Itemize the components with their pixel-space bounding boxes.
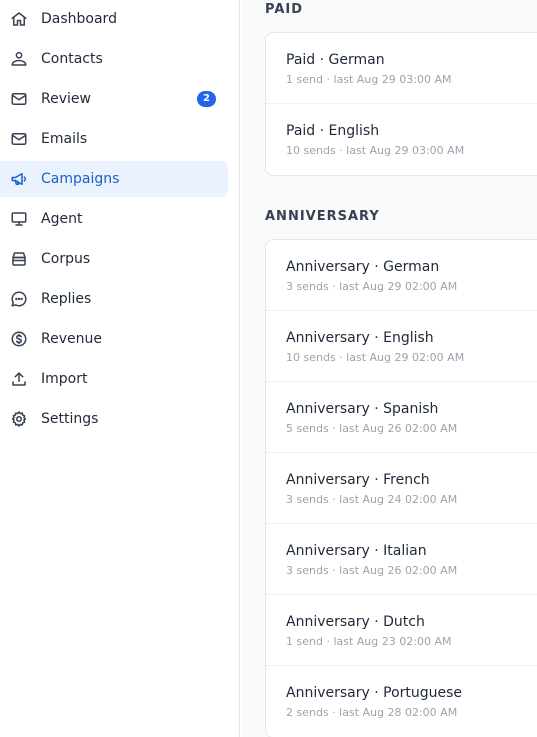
sidebar-item-label: Settings bbox=[41, 411, 99, 427]
sidebar-item-label: Dashboard bbox=[41, 11, 117, 27]
section-title-paid: PAID bbox=[265, 2, 304, 17]
campaigns-main: PAID Paid · German 1 send · last Aug 29 … bbox=[241, 0, 537, 737]
sidebar-item-label: Contacts bbox=[41, 51, 103, 67]
campaign-name: Anniversary · Dutch bbox=[286, 614, 425, 630]
campaign-row[interactable]: Anniversary · French 3 sends · last Aug … bbox=[266, 453, 537, 524]
sidebar: Dashboard Contacts Review 2 Emails Campa… bbox=[0, 0, 240, 737]
review-count-badge: 2 bbox=[197, 91, 216, 107]
section-title-anniversary: ANNIVERSARY bbox=[265, 209, 380, 224]
campaign-name: Paid · German bbox=[286, 52, 385, 68]
sidebar-item-campaigns[interactable]: Campaigns bbox=[0, 161, 228, 197]
sidebar-item-replies[interactable]: Replies bbox=[0, 281, 228, 317]
campaign-name: Paid · English bbox=[286, 123, 380, 139]
campaign-name: Anniversary · German bbox=[286, 259, 440, 275]
campaign-stats: 5 sends · last Aug 26 02:00 AM bbox=[286, 422, 458, 435]
campaign-name: Anniversary · Spanish bbox=[286, 401, 439, 417]
upload-icon bbox=[10, 370, 28, 388]
sidebar-item-review[interactable]: Review 2 bbox=[0, 81, 228, 117]
sidebar-item-label: Emails bbox=[41, 131, 88, 147]
app: Dashboard Contacts Review 2 Emails Campa… bbox=[0, 0, 537, 737]
campaign-name: Anniversary · French bbox=[286, 472, 430, 488]
campaign-stats: 2 sends · last Aug 28 02:00 AM bbox=[286, 706, 458, 719]
contacts-icon bbox=[10, 50, 28, 68]
chat-icon bbox=[10, 290, 28, 308]
campaign-row[interactable]: Anniversary · English 10 sends · last Au… bbox=[266, 311, 537, 382]
campaign-row[interactable]: Anniversary · Spanish 5 sends · last Aug… bbox=[266, 382, 537, 453]
sidebar-item-label: Corpus bbox=[41, 251, 91, 267]
sidebar-item-label: Campaigns bbox=[41, 171, 120, 187]
monitor-icon bbox=[10, 210, 28, 228]
campaign-stats: 10 sends · last Aug 29 03:00 AM bbox=[286, 144, 465, 157]
campaign-stats: 1 send · last Aug 29 03:00 AM bbox=[286, 73, 452, 86]
campaign-stats: 3 sends · last Aug 29 02:00 AM bbox=[286, 280, 458, 293]
campaign-row[interactable]: Paid · English 10 sends · last Aug 29 03… bbox=[266, 104, 537, 175]
campaign-list-paid: Paid · German 1 send · last Aug 29 03:00… bbox=[265, 32, 537, 176]
home-icon bbox=[10, 10, 28, 28]
campaign-name: Anniversary · Italian bbox=[286, 543, 427, 559]
campaign-list-anniversary: Anniversary · German 3 sends · last Aug … bbox=[265, 239, 537, 737]
campaign-row[interactable]: Anniversary · Italian 3 sends · last Aug… bbox=[266, 524, 537, 595]
gear-icon bbox=[10, 410, 28, 428]
campaign-stats: 3 sends · last Aug 26 02:00 AM bbox=[286, 564, 458, 577]
sidebar-item-contacts[interactable]: Contacts bbox=[0, 41, 228, 77]
campaign-name: Anniversary · Portuguese bbox=[286, 685, 463, 701]
campaign-row[interactable]: Anniversary · German 3 sends · last Aug … bbox=[266, 240, 537, 311]
sidebar-item-corpus[interactable]: Corpus bbox=[0, 241, 228, 277]
sidebar-item-revenue[interactable]: Revenue bbox=[0, 321, 228, 357]
dollar-icon bbox=[10, 330, 28, 348]
sidebar-item-agent[interactable]: Agent bbox=[0, 201, 228, 237]
mail-icon bbox=[10, 90, 28, 108]
sidebar-item-import[interactable]: Import bbox=[0, 361, 228, 397]
campaign-stats: 3 sends · last Aug 24 02:00 AM bbox=[286, 493, 458, 506]
mail-icon bbox=[10, 130, 28, 148]
campaign-stats: 10 sends · last Aug 29 02:00 AM bbox=[286, 351, 465, 364]
sidebar-item-label: Replies bbox=[41, 291, 92, 307]
archive-icon bbox=[10, 250, 28, 268]
campaign-row[interactable]: Paid · German 1 send · last Aug 29 03:00… bbox=[266, 33, 537, 104]
sidebar-item-emails[interactable]: Emails bbox=[0, 121, 228, 157]
sidebar-item-settings[interactable]: Settings bbox=[0, 401, 228, 437]
campaign-row[interactable]: Anniversary · Dutch 1 send · last Aug 23… bbox=[266, 595, 537, 666]
campaign-name: Anniversary · English bbox=[286, 330, 434, 346]
megaphone-icon bbox=[10, 170, 28, 188]
campaign-row[interactable]: Anniversary · Portuguese 2 sends · last … bbox=[266, 666, 537, 737]
sidebar-item-label: Revenue bbox=[41, 331, 102, 347]
sidebar-item-label: Agent bbox=[41, 211, 83, 227]
sidebar-item-label: Review bbox=[41, 91, 91, 107]
sidebar-item-dashboard[interactable]: Dashboard bbox=[0, 1, 228, 37]
campaign-stats: 1 send · last Aug 23 02:00 AM bbox=[286, 635, 452, 648]
sidebar-item-label: Import bbox=[41, 371, 88, 387]
